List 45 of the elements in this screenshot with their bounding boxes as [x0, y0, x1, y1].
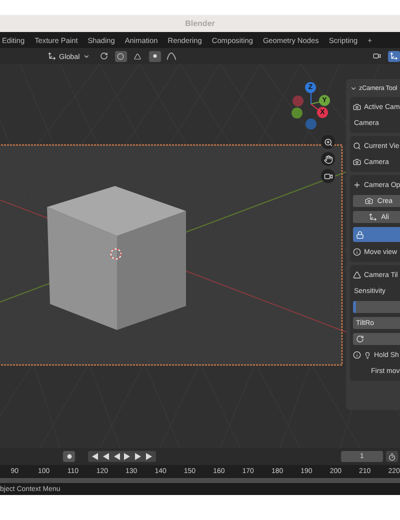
triangle-icon: [134, 52, 142, 60]
plus-icon: [353, 181, 361, 189]
hand-icon: [324, 154, 332, 164]
playback-controls-drawing[interactable]: [88, 451, 156, 462]
negative-axis-handle[interactable]: [306, 118, 316, 130]
pivot-button[interactable]: [98, 50, 110, 62]
move-icon: [369, 213, 378, 221]
window-title: Blender: [185, 19, 215, 28]
angle-icon: [353, 271, 361, 279]
chevron-icon: [82, 52, 90, 60]
visibility-button[interactable]: [371, 50, 383, 62]
search-icon: [353, 142, 361, 150]
falloff-button[interactable]: [166, 50, 178, 62]
proportional-button[interactable]: [148, 50, 161, 62]
camera-icon: [353, 103, 361, 111]
camera-icon: [365, 197, 374, 205]
record-button[interactable]: [63, 451, 75, 462]
info-icon: [353, 248, 361, 256]
chevron-icon: [350, 84, 357, 92]
zoom-button[interactable]: [321, 135, 335, 149]
falloff-curve-icon: [167, 52, 176, 60]
timer-button[interactable]: [386, 451, 398, 462]
3d-cursor-icon: [110, 248, 122, 260]
dot-icon: [152, 54, 157, 58]
zoom-icon: [324, 138, 332, 146]
redo-button[interactable]: [353, 333, 400, 345]
timer-icon: [388, 452, 396, 460]
negative-axis-handle[interactable]: [292, 96, 304, 106]
snap-button[interactable]: [114, 50, 127, 62]
gizmo-button[interactable]: [388, 50, 400, 62]
sensitivity-slider[interactable]: [353, 301, 400, 313]
camera-icon: [373, 52, 381, 60]
circle-icon: [117, 52, 124, 60]
redo-icon: [356, 335, 364, 343]
info-icon: [353, 351, 361, 359]
axes-icon: [390, 52, 398, 60]
record-icon: [66, 454, 72, 459]
lock-icon: [356, 230, 364, 238]
camera-icon: [324, 172, 332, 180]
rotate-icon: [100, 52, 108, 60]
axes-icon: [48, 52, 56, 60]
lightbulb-icon: [364, 352, 371, 358]
negative-axis-handle[interactable]: [292, 108, 302, 118]
lock-toggle[interactable]: [353, 227, 400, 242]
camera-icon: [353, 158, 361, 166]
